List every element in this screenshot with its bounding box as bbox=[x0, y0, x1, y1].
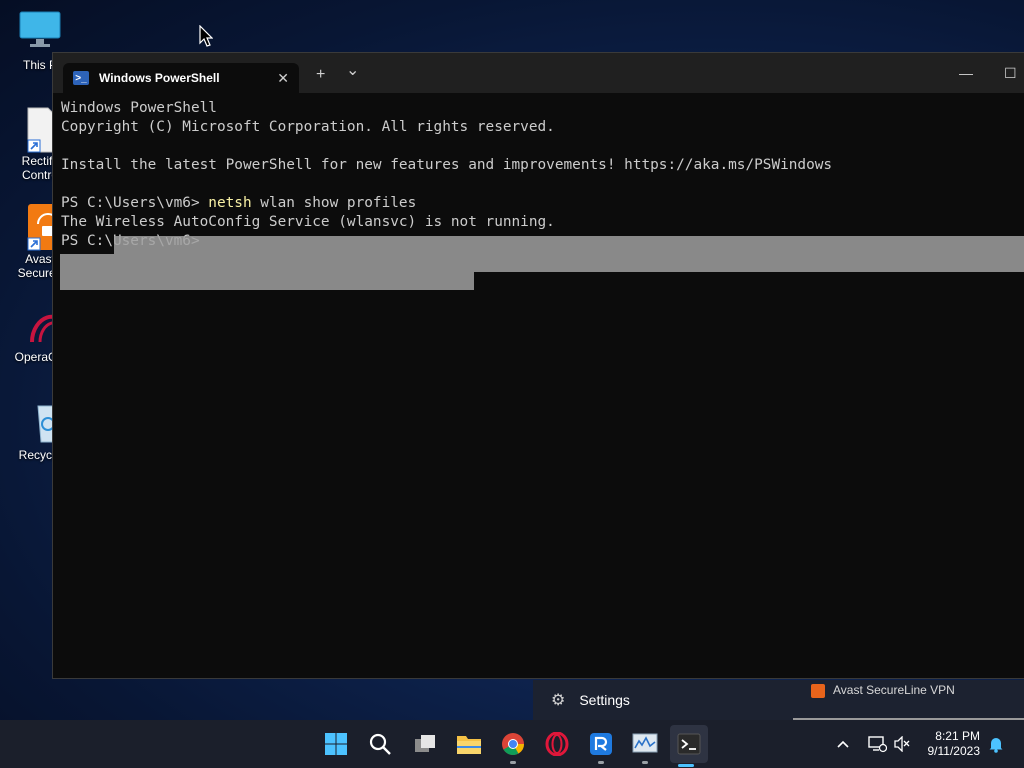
windows-start-icon[interactable] bbox=[320, 728, 352, 760]
powershell-icon: >_ bbox=[73, 71, 89, 85]
tray-overflow-icon[interactable] bbox=[836, 720, 850, 768]
network-icon[interactable] bbox=[867, 720, 887, 768]
gear-icon: ⚙ bbox=[551, 692, 566, 709]
start-menu-avast-vpn[interactable]: Avast SecureLine VPN bbox=[793, 680, 1024, 720]
maximize-button[interactable]: ☐ bbox=[1004, 65, 1017, 82]
taskbar-clock[interactable]: 8:21 PM 9/11/2023 bbox=[928, 729, 981, 759]
text-selection-highlight bbox=[114, 236, 1024, 272]
notification-bell-icon[interactable] bbox=[988, 720, 1004, 768]
text-selection-highlight bbox=[60, 254, 114, 272]
close-tab-icon[interactable]: ✕ bbox=[277, 70, 289, 87]
file-explorer-icon[interactable] bbox=[453, 728, 485, 760]
settings-label: Settings bbox=[579, 692, 630, 708]
terminal-icon[interactable] bbox=[670, 725, 708, 767]
minimize-button[interactable]: — bbox=[959, 65, 973, 81]
running-indicator bbox=[678, 764, 694, 767]
tab-title: Windows PowerShell bbox=[99, 71, 220, 85]
command-name: netsh bbox=[208, 195, 252, 211]
console-command-line: PS C:\Users\vm6> netsh wlan show profile… bbox=[61, 194, 1024, 213]
terminal-window[interactable]: >_ Windows PowerShell ✕ + ⌄ — ☐ Windows … bbox=[52, 52, 1024, 679]
console-line-empty bbox=[61, 175, 1024, 194]
text-selection-highlight bbox=[60, 272, 474, 290]
monitor-icon bbox=[18, 10, 62, 54]
chrome-icon[interactable] bbox=[497, 728, 529, 764]
tab-windows-powershell[interactable]: >_ Windows PowerShell ✕ bbox=[63, 63, 299, 93]
console-line: Copyright (C) Microsoft Corporation. All… bbox=[61, 119, 555, 135]
vpn-label: Avast SecureLine VPN bbox=[833, 683, 955, 697]
clock-time: 8:21 PM bbox=[935, 729, 980, 743]
running-indicator bbox=[510, 761, 516, 764]
console-line: The Wireless AutoConfig Service (wlansvc… bbox=[61, 214, 555, 230]
console-line: Windows PowerShell bbox=[61, 100, 217, 116]
start-menu-settings[interactable]: ⚙ Settings bbox=[533, 680, 793, 720]
console-line: Install the latest PowerShell for new fe… bbox=[61, 157, 833, 173]
volume-muted-icon[interactable] bbox=[893, 720, 911, 768]
tab-dropdown-button[interactable]: ⌄ bbox=[346, 63, 359, 79]
clock-date: 9/11/2023 bbox=[927, 744, 981, 758]
new-tab-button[interactable]: + bbox=[316, 67, 325, 83]
resource-monitor-icon[interactable] bbox=[629, 728, 661, 764]
taskbar: 8:21 PM 9/11/2023 bbox=[0, 720, 1024, 768]
running-indicator bbox=[642, 761, 648, 764]
prompt: PS C:\Users\vm6> bbox=[61, 195, 209, 211]
opera-icon[interactable] bbox=[541, 728, 573, 760]
task-view-icon[interactable] bbox=[409, 728, 441, 760]
terminal-titlebar[interactable]: >_ Windows PowerShell ✕ + ⌄ — ☐ bbox=[53, 53, 1024, 93]
mouse-cursor-icon bbox=[199, 24, 214, 52]
avast-vpn-small-icon bbox=[811, 683, 825, 698]
command-args: wlan show profiles bbox=[251, 195, 417, 211]
search-icon[interactable] bbox=[364, 728, 396, 760]
running-indicator bbox=[598, 761, 604, 764]
console-output[interactable]: Windows PowerShell Copyright (C) Microso… bbox=[61, 99, 1024, 251]
rectify-icon[interactable] bbox=[585, 728, 617, 764]
console-line-empty bbox=[61, 137, 1024, 156]
